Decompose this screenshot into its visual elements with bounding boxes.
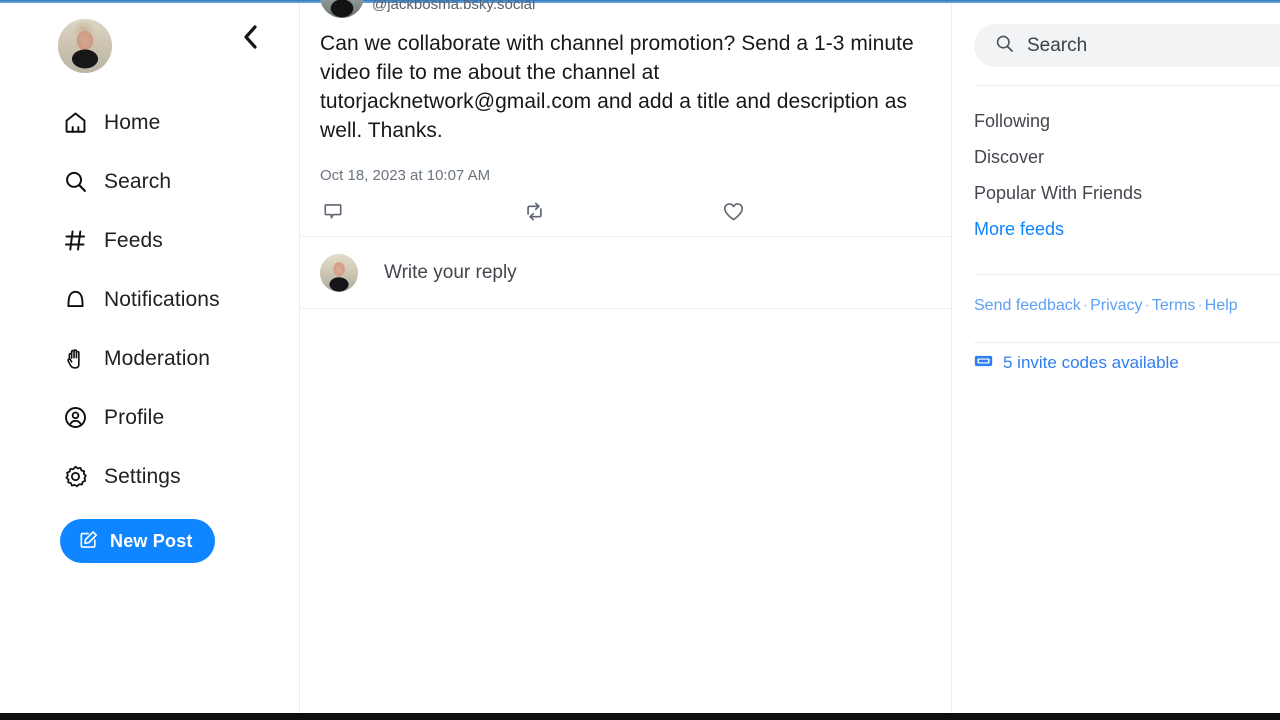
thread-column: @jackbosma.bsky.social Can we collaborat… <box>300 0 952 713</box>
repost-button[interactable] <box>523 198 552 224</box>
avatar-image <box>320 0 364 18</box>
sidebar-item-search[interactable]: Search <box>0 152 300 211</box>
sidebar-nav: Home Search Feeds Notifications Moderati… <box>0 93 300 506</box>
link-terms[interactable]: Terms <box>1152 297 1196 314</box>
search-input[interactable]: Search <box>974 24 1280 67</box>
invite-codes-button[interactable]: 5 invite codes available <box>974 353 1179 373</box>
divider <box>974 342 1280 343</box>
reply-icon <box>324 204 342 219</box>
search-icon <box>60 167 90 197</box>
link-privacy[interactable]: Privacy <box>1090 297 1142 314</box>
feed-item-popular-with-friends[interactable]: Popular With Friends <box>974 175 1280 211</box>
post: @jackbosma.bsky.social Can we collaborat… <box>300 0 951 237</box>
sidebar-item-settings[interactable]: Settings <box>0 447 300 506</box>
chevron-left-icon <box>243 25 257 49</box>
divider <box>974 85 1280 86</box>
invite-codes-label: 5 invite codes available <box>1003 353 1179 372</box>
reply-button[interactable] <box>322 198 351 224</box>
sidebar-item-label: Home <box>104 110 161 134</box>
ticket-icon <box>974 354 993 373</box>
like-icon <box>723 202 744 220</box>
hash-icon <box>60 226 90 256</box>
right-sidebar: Search Following Discover Popular With F… <box>953 3 1280 713</box>
avatar-image <box>58 19 112 73</box>
window-bottom-strip <box>0 713 1280 720</box>
post-timestamp: Oct 18, 2023 at 10:07 AM <box>320 167 491 184</box>
sidebar-item-label: Profile <box>104 405 165 429</box>
gear-icon <box>60 462 90 492</box>
person-circle-icon <box>60 403 90 433</box>
link-separator: · <box>1197 297 1203 314</box>
sidebar-item-label: Settings <box>104 464 181 488</box>
link-separator: · <box>1144 297 1150 314</box>
avatar[interactable] <box>58 19 112 73</box>
sidebar-item-moderation[interactable]: Moderation <box>0 329 300 388</box>
sidebar-item-label: Notifications <box>104 287 220 311</box>
home-icon <box>60 108 90 138</box>
new-post-label: New Post <box>110 530 193 551</box>
left-sidebar: Home Search Feeds Notifications Moderati… <box>0 3 300 713</box>
divider <box>974 274 1280 275</box>
sidebar-item-label: Search <box>104 169 172 193</box>
sidebar-item-profile[interactable]: Profile <box>0 388 300 447</box>
post-header: @jackbosma.bsky.social <box>320 0 931 19</box>
new-post-button[interactable]: New Post <box>60 519 215 563</box>
post-author-avatar[interactable] <box>320 0 364 18</box>
repost-icon <box>527 202 542 220</box>
feeds-list: Following Discover Popular With Friends … <box>974 103 1280 247</box>
sidebar-item-home[interactable]: Home <box>0 93 300 152</box>
avatar-image <box>320 253 358 292</box>
post-actions <box>320 198 931 224</box>
sidebar-item-label: Feeds <box>104 228 163 252</box>
avatar <box>320 253 358 292</box>
footer-links: Send feedback · Privacy · Terms · Help <box>974 297 1238 315</box>
bell-icon <box>60 285 90 315</box>
post-text: Can we collaborate with channel promotio… <box>320 32 914 142</box>
reply-composer[interactable]: Write your reply <box>300 237 951 309</box>
app-root: Home Search Feeds Notifications Moderati… <box>0 0 1280 720</box>
sidebar-header <box>0 3 299 95</box>
feed-item-discover[interactable]: Discover <box>974 139 1280 175</box>
post-author-handle[interactable]: @jackbosma.bsky.social <box>372 0 535 13</box>
reply-placeholder: Write your reply <box>384 261 517 283</box>
sidebar-item-label: Moderation <box>104 346 211 370</box>
back-button[interactable] <box>235 22 265 52</box>
link-separator: · <box>1082 297 1089 314</box>
link-send-feedback[interactable]: Send feedback <box>974 297 1081 314</box>
search-icon <box>994 33 1015 59</box>
sidebar-item-feeds[interactable]: Feeds <box>0 211 300 270</box>
feed-item-more-feeds[interactable]: More feeds <box>974 211 1280 247</box>
compose-icon <box>78 529 99 553</box>
sidebar-item-notifications[interactable]: Notifications <box>0 270 300 329</box>
like-button[interactable] <box>722 198 751 224</box>
search-placeholder: Search <box>1027 34 1088 56</box>
feed-item-following[interactable]: Following <box>974 103 1280 139</box>
hand-icon <box>60 344 90 374</box>
link-help[interactable]: Help <box>1205 297 1238 314</box>
